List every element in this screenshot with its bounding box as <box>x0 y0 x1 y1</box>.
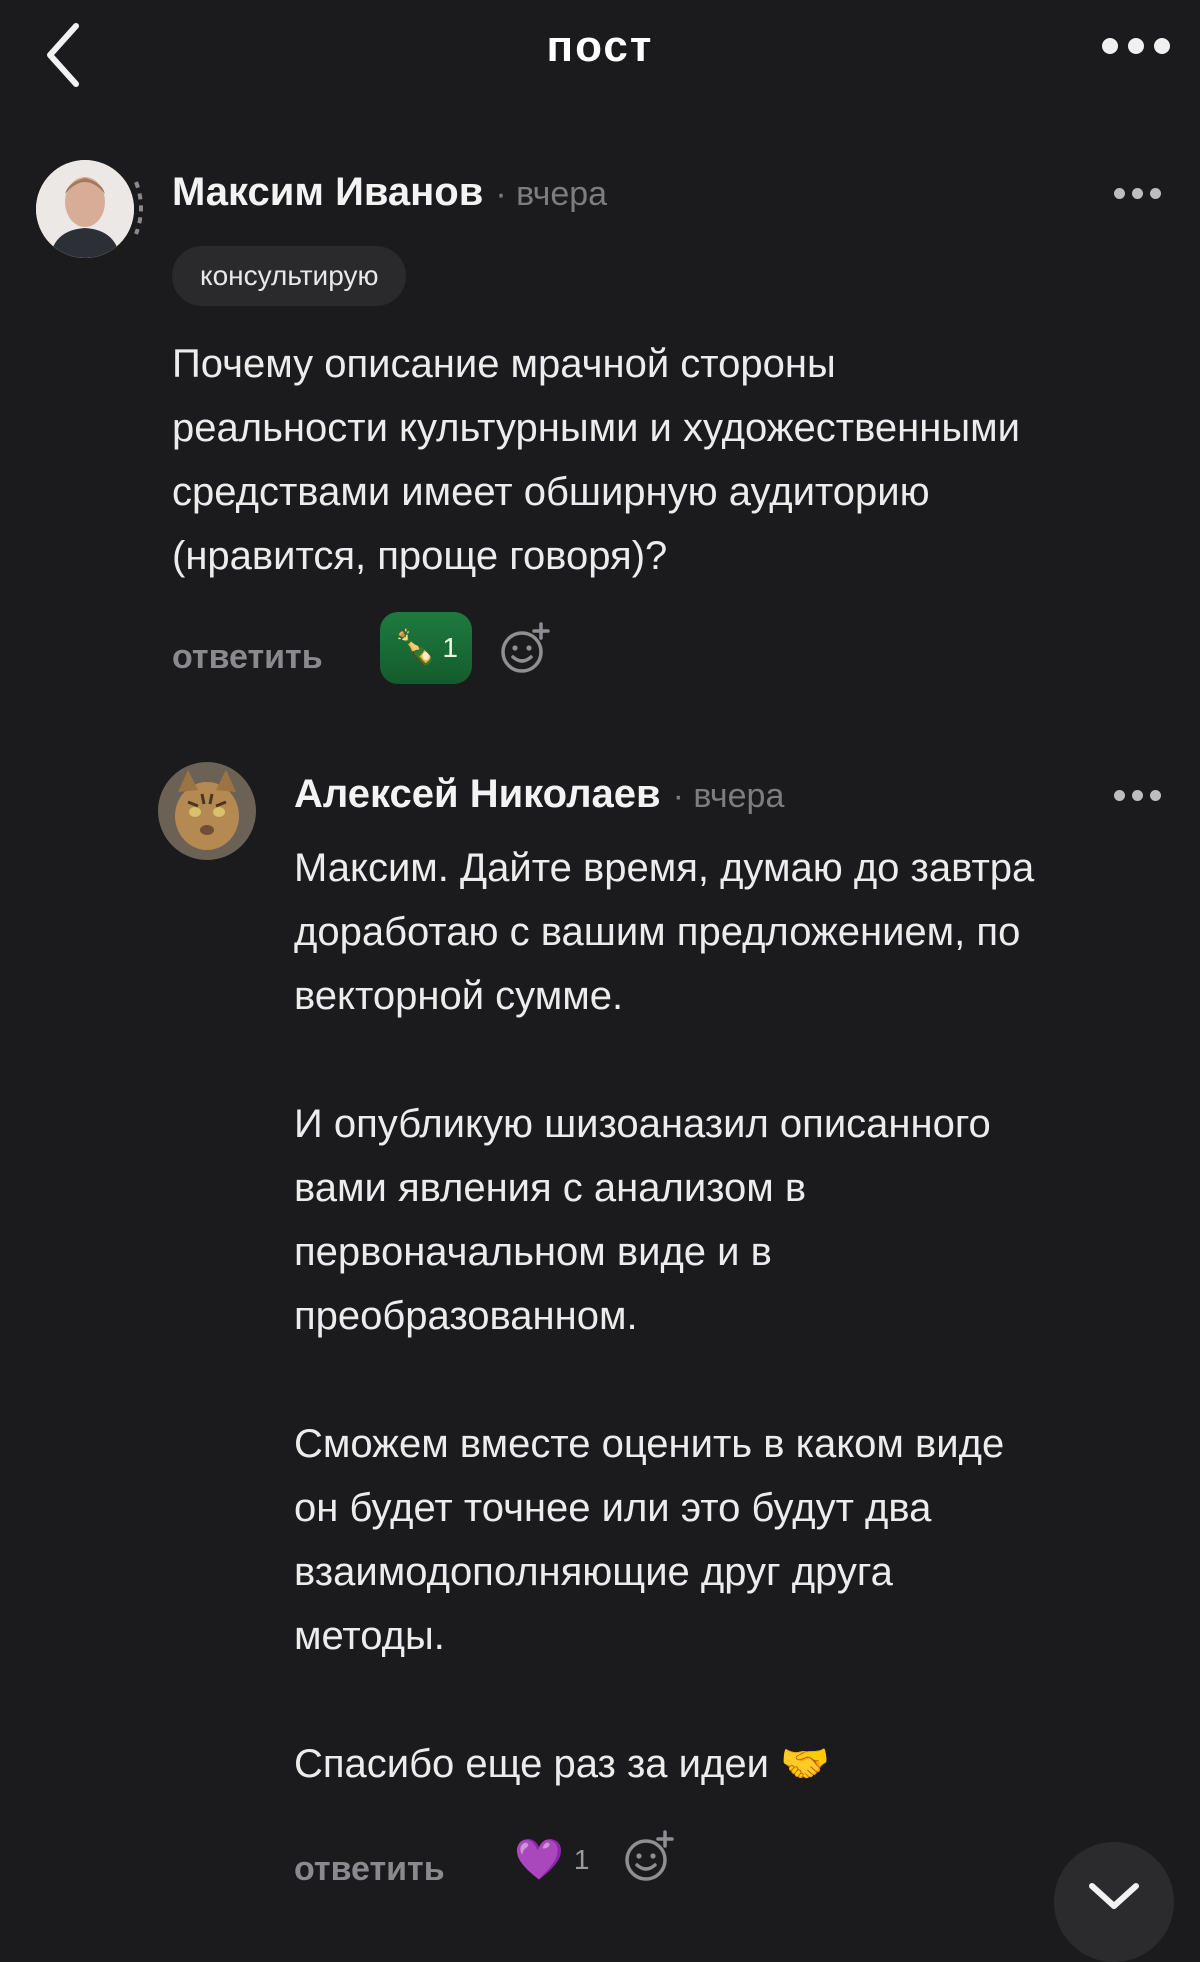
more-horizontal-icon <box>1114 188 1125 199</box>
comment-line: Спасибо еще раз за идеи 🤝 <box>294 1742 830 1786</box>
comment-line: Максим. Дайте время, думаю до завтра <box>294 846 1035 890</box>
comment-add-reaction-button[interactable] <box>624 1830 676 1887</box>
comment-line: преобразованном. <box>294 1294 638 1338</box>
post-text-line: (нравится, проще говоря)? <box>172 534 668 578</box>
comment-more-button[interactable] <box>1114 790 1161 801</box>
dot <box>1128 38 1144 54</box>
more-options-button[interactable] <box>1080 38 1170 68</box>
more-horizontal-icon <box>1114 790 1125 801</box>
post-time: · вчера <box>495 175 608 213</box>
comment-line: доработаю с вашим предложением, по <box>294 910 1021 954</box>
avatar-story-ring <box>134 181 143 235</box>
add-reaction-icon <box>501 622 550 673</box>
commenter-name[interactable]: Алексей Николаев <box>294 772 661 817</box>
purple-heart-icon: 💜 <box>514 1838 564 1882</box>
chevron-down-icon <box>1089 1883 1139 1909</box>
comment-body: Максим. Дайте время, думаю до завтра дор… <box>294 836 1174 1796</box>
author-avatar[interactable] <box>36 160 134 258</box>
more-horizontal-icon <box>1102 38 1118 54</box>
page-title: пост <box>546 22 654 71</box>
avatar-image <box>36 160 134 258</box>
reaction-chip[interactable]: 🍾 1 <box>380 612 472 684</box>
comment-paragraph: Максим. Дайте время, думаю до завтра дор… <box>294 836 1174 1028</box>
comment-line: взаимодополняющие друг друга <box>294 1550 893 1594</box>
post-more-button[interactable] <box>1114 188 1161 199</box>
add-reaction-button[interactable] <box>500 622 552 679</box>
comment-reply-button[interactable]: ответить <box>294 1850 445 1889</box>
scroll-down-button[interactable] <box>1054 1842 1174 1962</box>
reaction-count: 1 <box>442 632 458 663</box>
comment-paragraph: Сможем вместе оценить в каком виде он бу… <box>294 1412 1174 1668</box>
comment-line: векторной сумме. <box>294 974 624 1018</box>
dot <box>1132 790 1143 801</box>
add-reaction-icon <box>625 1830 674 1881</box>
commenter-avatar[interactable] <box>158 762 256 860</box>
post-body: Почему описание мрачной стороны реальнос… <box>172 332 1172 588</box>
dot <box>1132 188 1143 199</box>
comment-line: вами явления с анализом в <box>294 1166 807 1210</box>
comment-line: И опубликую шизоаназил описанного <box>294 1102 991 1146</box>
comment-header: Алексей Николаев · вчера <box>294 772 784 817</box>
reaction-count: 1 <box>573 1843 590 1875</box>
comment-line: методы. <box>294 1614 445 1658</box>
comment-paragraph: И опубликую шизоаназил описанного вами я… <box>294 1092 1174 1348</box>
comment-reaction-chip[interactable]: 💜 1 <box>514 1836 589 1883</box>
post-text-line: средствами имеет обширную аудиторию <box>172 470 930 514</box>
champagne-icon: 🍾 <box>394 629 437 667</box>
avatar-image <box>158 762 256 860</box>
dot <box>1154 38 1170 54</box>
comment-line: Сможем вместе оценить в каком виде <box>294 1422 1005 1466</box>
post-text-line: Почему описание мрачной стороны <box>172 342 836 386</box>
post-header: Максим Иванов · вчера <box>172 170 607 215</box>
dot <box>1150 790 1161 801</box>
comment-line: первоначальном виде и в <box>294 1230 772 1274</box>
reply-button[interactable]: ответить <box>172 638 323 677</box>
comment-time: · вчера <box>672 777 785 815</box>
comment-line: он будет точнее или это будут два <box>294 1486 932 1530</box>
comment-paragraph: Спасибо еще раз за идеи 🤝 <box>294 1732 1174 1796</box>
dot <box>1150 188 1161 199</box>
post-text-line: реальности культурными и художественными <box>172 406 1020 450</box>
author-name[interactable]: Максим Иванов <box>172 170 483 215</box>
status-badge: консультирую <box>172 246 407 306</box>
